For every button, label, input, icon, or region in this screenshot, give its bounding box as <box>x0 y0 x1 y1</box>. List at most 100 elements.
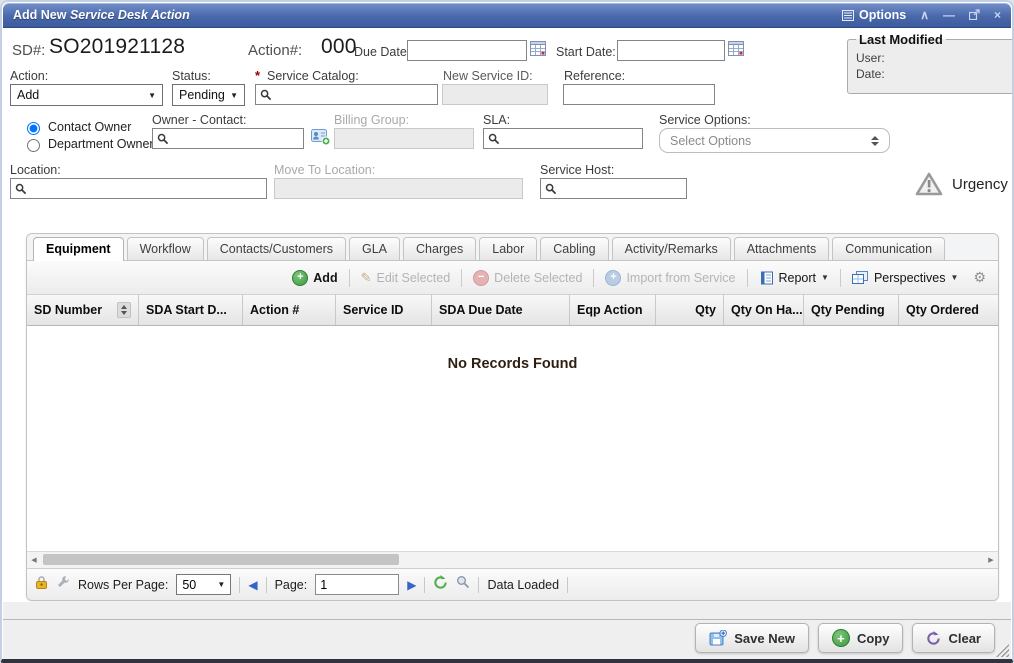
column-header-eqp-action[interactable]: Eqp Action <box>570 295 656 325</box>
new-service-id-field-wrap <box>442 84 548 105</box>
delete-selected-button[interactable]: − Delete Selected <box>466 270 589 286</box>
move-to-location-input <box>274 178 523 199</box>
rows-per-page-select[interactable]: 50 ▼ <box>176 574 231 595</box>
tab-equipment[interactable]: Equipment <box>33 237 124 261</box>
tab-gla[interactable]: GLA <box>349 237 400 260</box>
toolbar-separator <box>461 269 462 287</box>
titlebar[interactable]: Add New Service Desk Action Options ∧ — … <box>3 3 1011 28</box>
location-input[interactable] <box>10 178 267 199</box>
owner-contact-input[interactable] <box>152 128 304 149</box>
save-new-button[interactable]: Save New <box>695 623 809 653</box>
reference-label: Reference: <box>564 69 625 83</box>
service-host-input[interactable] <box>540 178 687 199</box>
department-owner-label: Department Owner <box>48 137 154 151</box>
scrollbar-thumb[interactable] <box>43 554 399 565</box>
column-header-qty[interactable]: Qty <box>656 295 724 325</box>
sla-input[interactable] <box>483 128 643 149</box>
column-header-qty-on-hand[interactable]: Qty On Ha... <box>724 295 804 325</box>
scroll-left-icon[interactable]: ◀ <box>27 552 41 568</box>
page-input[interactable] <box>315 574 399 595</box>
column-header-qty-pending[interactable]: Qty Pending <box>804 295 899 325</box>
next-page-button[interactable]: ▶ <box>407 578 416 592</box>
billing-group-input <box>334 128 474 149</box>
equipment-panel: Equipment Workflow Contacts/Customers GL… <box>26 233 999 601</box>
close-button[interactable]: × <box>994 9 1001 21</box>
perspectives-menu-button[interactable]: Perspectives ▼ <box>845 271 965 285</box>
search-icon[interactable] <box>456 575 470 594</box>
collapse-button[interactable]: ∧ <box>920 9 929 21</box>
tab-labor[interactable]: Labor <box>479 237 537 260</box>
due-date-calendar-icon[interactable] <box>530 41 546 61</box>
rows-per-page-label: Rows Per Page: <box>78 578 168 592</box>
previous-page-button[interactable]: ◀ <box>248 578 257 592</box>
clear-label: Clear <box>948 631 981 646</box>
tab-contacts-customers[interactable]: Contacts/Customers <box>207 237 346 260</box>
wrench-icon[interactable] <box>56 575 70 594</box>
reference-input[interactable] <box>563 84 715 105</box>
contact-owner-radio[interactable] <box>27 122 40 135</box>
service-options-select[interactable]: Select Options <box>659 128 890 153</box>
updown-arrows-icon <box>871 136 879 146</box>
tab-charges[interactable]: Charges <box>403 237 476 260</box>
due-date-input[interactable] <box>407 40 527 61</box>
delete-icon: − <box>473 270 489 286</box>
tab-communication[interactable]: Communication <box>832 237 945 260</box>
grid-settings-gear-icon[interactable]: ⚙ <box>973 269 986 286</box>
service-options-label: Service Options: <box>659 113 751 127</box>
pager-separator <box>424 577 425 593</box>
start-date-label: Start Date: <box>556 45 616 59</box>
service-options-value: Select Options <box>670 134 751 148</box>
action-select[interactable]: Add ▼ <box>10 84 163 106</box>
data-loaded-status: Data Loaded <box>487 578 559 592</box>
grid-body: No Records Found <box>27 326 998 551</box>
edit-selected-button[interactable]: ✎ Edit Selected <box>354 270 458 286</box>
add-label: Add <box>313 271 337 285</box>
column-header-sda-due-date[interactable]: SDA Due Date <box>432 295 570 325</box>
grid-toolbar: + Add ✎ Edit Selected − Delete Selected … <box>27 261 998 295</box>
action-label: Action: <box>10 69 48 83</box>
footer-bar: Save New + Copy Clear <box>3 602 1011 659</box>
service-host-field-wrap <box>540 178 687 199</box>
tab-cabling[interactable]: Cabling <box>540 237 608 260</box>
minimize-button[interactable]: — <box>943 9 955 21</box>
status-label: Status: <box>172 69 211 83</box>
caret-down-icon: ▼ <box>217 580 225 589</box>
scroll-right-icon[interactable]: ▶ <box>984 552 998 568</box>
tab-activity-remarks[interactable]: Activity/Remarks <box>612 237 731 260</box>
copy-plus-icon: + <box>832 629 850 647</box>
refresh-icon[interactable] <box>433 575 448 595</box>
department-owner-radio[interactable] <box>27 139 40 152</box>
start-date-calendar-icon[interactable] <box>728 41 744 61</box>
column-header-action-number[interactable]: Action # <box>243 295 336 325</box>
footer-buttons: Save New + Copy Clear <box>695 623 995 653</box>
lock-icon[interactable] <box>35 575 48 594</box>
clear-refresh-icon <box>926 631 941 646</box>
window-resize-grip[interactable] <box>996 644 1009 657</box>
column-header-sda-start-date[interactable]: SDA Start D... <box>139 295 243 325</box>
due-date-label: Due Date: <box>354 45 410 59</box>
column-header-sd-number[interactable]: SD Number <box>27 295 139 325</box>
sort-icon[interactable] <box>117 302 131 318</box>
clear-button[interactable]: Clear <box>912 623 995 653</box>
horizontal-scrollbar[interactable]: ◀ ▶ <box>27 551 998 568</box>
start-date-input[interactable] <box>617 40 725 61</box>
report-menu-button[interactable]: Report ▼ <box>752 271 836 285</box>
tab-attachments[interactable]: Attachments <box>734 237 829 260</box>
add-button[interactable]: + Add <box>285 270 344 286</box>
contact-owner-label: Contact Owner <box>48 120 131 134</box>
status-select[interactable]: Pending ▼ <box>172 84 245 106</box>
sd-number-value: SO201921128 <box>49 35 185 59</box>
page-label: Page: <box>275 578 308 592</box>
column-header-service-id[interactable]: Service ID <box>336 295 432 325</box>
urgency-indicator[interactable]: Urgency <box>914 171 1008 197</box>
copy-button[interactable]: + Copy <box>818 623 904 653</box>
import-from-service-label: Import from Service <box>626 271 735 285</box>
column-header-qty-ordered[interactable]: Qty Ordered <box>899 295 998 325</box>
tab-workflow[interactable]: Workflow <box>127 237 204 260</box>
titlebar-controls: Options ∧ — × <box>842 8 1001 22</box>
options-menu-button[interactable]: Options <box>842 8 906 22</box>
import-from-service-button[interactable]: + Import from Service <box>598 270 742 286</box>
add-contact-icon[interactable] <box>311 128 331 151</box>
popout-button[interactable] <box>969 9 980 22</box>
service-catalog-input[interactable] <box>255 84 438 105</box>
